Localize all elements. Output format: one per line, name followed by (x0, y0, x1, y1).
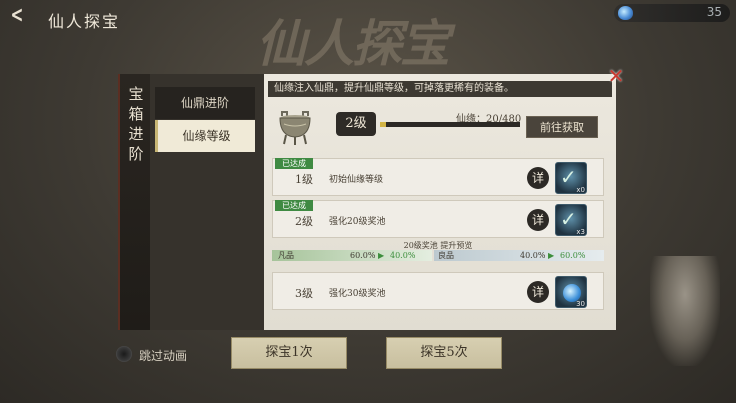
content-panel: 仙缘注入仙鼎，提升仙鼎等级，可掉落更稀有的装备。 2级 仙缘：20/480 前往… (264, 74, 616, 330)
close-icon[interactable]: ✕ (606, 66, 626, 86)
detail-button[interactable]: 详 (527, 209, 549, 231)
menu-item-cauldron-upgrade[interactable]: 仙鼎进阶 (155, 87, 255, 119)
level-row: 3级 强化30级奖池 详 30 (272, 272, 604, 310)
achieved-badge: 已达成 (275, 200, 313, 211)
preview-common-bar: 凡品 60.0% ▶ 40.0% (272, 250, 432, 261)
preview-common-from: 60.0% (350, 251, 376, 260)
upgrade-dialog: 仙鼎进阶 仙缘等级 仙缘注入仙鼎，提升仙鼎等级，可掉落更稀有的装备。 2级 仙缘… (150, 74, 616, 330)
menu-item-xianyuan-level[interactable]: 仙缘等级 (155, 120, 255, 152)
treasure-five-button[interactable]: 探宝5次 (386, 337, 502, 369)
row-level: 1级 (295, 173, 313, 186)
side-tab[interactable]: 宝箱进阶 (118, 74, 150, 330)
cauldron-icon (279, 111, 311, 145)
reward-count: 30 (576, 300, 585, 308)
preview-good-bar: 良品 40.0% ▶ 60.0% (434, 250, 604, 261)
reward-count: x3 (576, 228, 585, 236)
xianyuan-progress-bar (380, 122, 520, 127)
currency-value: 35 (706, 5, 722, 19)
page-title: 仙人探宝 (48, 12, 121, 31)
skip-animation-label: 跳过动画 (139, 349, 188, 363)
preview-good-to: 60.0% (560, 251, 586, 260)
preview-good-label: 良品 (438, 251, 454, 260)
achieved-badge: 已达成 (275, 158, 313, 169)
preview-common-to: 40.0% (390, 251, 416, 260)
row-description: 强化30级奖池 (329, 289, 386, 299)
preview-good-from: 40.0% (520, 251, 546, 260)
side-tab-label: 宝箱进阶 (128, 85, 144, 163)
back-arrow-icon[interactable]: < (11, 5, 32, 29)
row-level: 2级 (295, 215, 313, 228)
reward-item[interactable]: ✓ x0 (555, 162, 587, 194)
reward-item[interactable]: 30 (555, 276, 587, 308)
checkmark-icon: ✓ (560, 165, 577, 189)
checkmark-icon: ✓ (560, 207, 577, 231)
row-level: 3级 (295, 287, 313, 300)
goto-obtain-button[interactable]: 前往获取 (526, 116, 598, 138)
statue-decoration (650, 256, 720, 366)
level-badge: 2级 (336, 112, 376, 136)
detail-button[interactable]: 详 (527, 281, 549, 303)
level-row: 已达成 1级 初始仙缘等级 详 ✓ x0 (272, 158, 604, 196)
description: 仙缘注入仙鼎，提升仙鼎等级，可掉落更稀有的装备。 (268, 81, 612, 97)
row-description: 初始仙缘等级 (329, 175, 384, 185)
currency-display: 35 (614, 4, 730, 22)
level-row: 已达成 2级 强化20级奖池 详 ✓ x3 (272, 200, 604, 238)
side-menu: 仙鼎进阶 仙缘等级 (150, 74, 262, 330)
reward-count: x0 (576, 186, 585, 194)
reward-item[interactable]: ✓ x3 (555, 204, 587, 236)
skip-animation-toggle[interactable] (116, 346, 132, 362)
xianyuan-progress-fill (380, 122, 386, 127)
calligraphy-title: 仙人探宝 (256, 14, 450, 73)
preview-common-label: 凡品 (278, 251, 294, 260)
row-description: 强化20级奖池 (329, 217, 386, 227)
arrow-right-icon: ▶ (378, 251, 385, 260)
blue-gem-icon (618, 6, 633, 20)
detail-button[interactable]: 详 (527, 167, 549, 189)
arrow-right-icon: ▶ (548, 251, 555, 260)
treasure-once-button[interactable]: 探宝1次 (231, 337, 347, 369)
